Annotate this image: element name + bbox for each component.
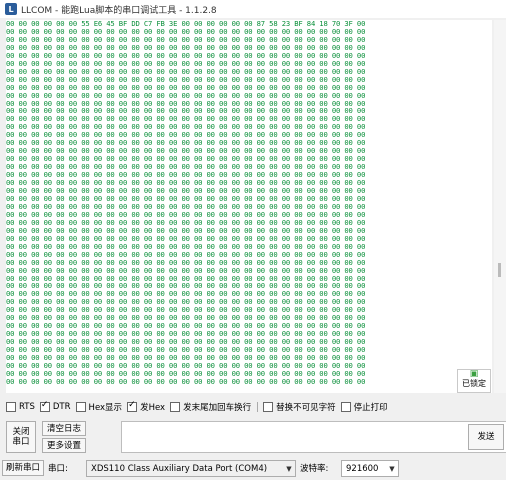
chevron-down-icon: ▼ xyxy=(286,464,292,473)
refresh-port-button[interactable]: 刷新串口 xyxy=(2,460,44,476)
option-2-checkbox[interactable]: Hex显示 xyxy=(75,401,123,413)
option-0-checkbox[interactable]: RTS xyxy=(6,402,35,412)
lock-icon: ▣ xyxy=(469,369,479,379)
option-label: 发末尾加回车换行 xyxy=(183,403,252,413)
baud-label: 波特率: xyxy=(300,464,329,474)
scroll-lock-label: 已锁定 xyxy=(462,379,486,388)
option-label: 替换不可见字符 xyxy=(276,403,336,413)
title-bar: L LLCOM - 能跑Lua脚本的串口调试工具 - 1.1.2.8 xyxy=(0,0,506,18)
receive-line: 00 00 00 00 00 00 00 00 00 00 00 00 00 0… xyxy=(6,376,366,386)
checkbox-icon[interactable] xyxy=(263,402,274,412)
checkbox-icon[interactable] xyxy=(75,402,86,412)
clear-log-button[interactable]: 清空日志 xyxy=(42,421,86,436)
more-settings-button[interactable]: 更多设置 xyxy=(42,438,86,453)
option-5-checkbox[interactable]: 替换不可见字符 xyxy=(263,401,336,413)
scroll-lock-button[interactable]: ▣ 已锁定 xyxy=(457,369,491,393)
window-title: LLCOM - 能跑Lua脚本的串口调试工具 - 1.1.2.8 xyxy=(21,5,217,16)
checkbox-icon[interactable] xyxy=(39,400,50,412)
chevron-down-icon: ▼ xyxy=(389,464,395,473)
vertical-scrollbar[interactable] xyxy=(494,20,506,393)
option-label: 发Hex xyxy=(140,403,166,413)
option-label: Hex显示 xyxy=(88,403,123,413)
option-label: 停止打印 xyxy=(353,403,388,413)
option-1-checkbox[interactable]: DTR xyxy=(39,400,71,412)
option-label: DTR xyxy=(52,402,71,412)
checkbox-icon[interactable] xyxy=(170,402,181,412)
port-select-value: XDS110 Class Auxiliary Data Port (COM4) xyxy=(91,463,268,474)
close-port-button[interactable]: 关闭串口 xyxy=(6,421,36,453)
send-input[interactable] xyxy=(121,421,506,453)
port-label: 串口: xyxy=(48,464,68,474)
baud-select-value: 921600 xyxy=(346,463,379,474)
option-3-checkbox[interactable]: 发Hex xyxy=(127,400,166,413)
port-select[interactable]: XDS110 Class Auxiliary Data Port (COM4) … xyxy=(86,460,296,477)
options-bar: RTS DTR Hex显示 发Hex 发末尾加回车换行 替换不可见字符 停止打印 xyxy=(6,400,506,414)
baud-select[interactable]: 921600 ▼ xyxy=(341,460,399,477)
scrollbar-thumb[interactable] xyxy=(498,263,501,277)
options-divider xyxy=(257,402,259,412)
app-icon: L xyxy=(5,3,17,15)
receive-log[interactable]: 00 00 00 00 00 00 55 E6 45 BF DD C7 FB 3… xyxy=(6,20,492,393)
checkbox-icon[interactable] xyxy=(127,400,138,412)
send-button[interactable]: 发送 xyxy=(468,424,504,450)
option-6-checkbox[interactable]: 停止打印 xyxy=(340,401,388,413)
option-label: RTS xyxy=(19,402,35,412)
checkbox-icon[interactable] xyxy=(340,402,351,412)
checkbox-icon[interactable] xyxy=(6,402,16,412)
option-4-checkbox[interactable]: 发末尾加回车换行 xyxy=(170,401,251,413)
